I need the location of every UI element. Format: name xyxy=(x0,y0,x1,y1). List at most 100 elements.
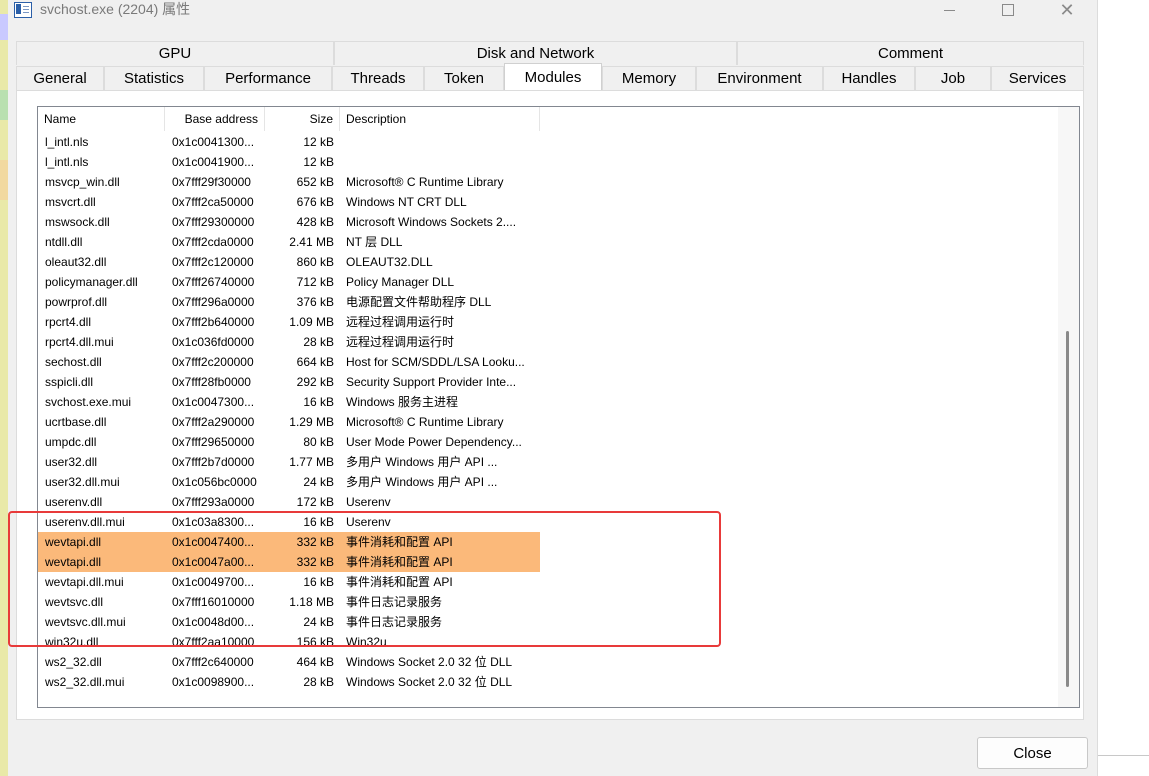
table-row[interactable]: user32.dll.mui 0x1c056bc0000 24 kB 多用户 Wind… xyxy=(38,472,1058,492)
module-name: msvcp_win.dll xyxy=(45,175,120,189)
table-row[interactable]: msvcrt.dll 0x7fff2ca50000 676 kB Windows NT… xyxy=(38,192,1058,212)
base-address: 0x7fff2c640000 xyxy=(172,655,254,669)
vertical-scrollbar[interactable] xyxy=(1058,107,1079,707)
table-row[interactable]: ws2_32.dll.mui 0x1c0098900... 28 kB Windows… xyxy=(38,672,1058,692)
table-row[interactable]: rpcrt4.dll 0x7fff2b640000 1.09 MB 远程过程调用运行时 xyxy=(38,312,1058,332)
module-description: Microsoft Windows Sockets 2.... xyxy=(346,215,517,229)
module-name: ws2_32.dll xyxy=(45,655,102,669)
table-row[interactable]: user32.dll 0x7fff2b7d0000 1.77 MB 多用户 Windo… xyxy=(38,452,1058,472)
table-row[interactable]: msvcp_win.dll 0x7fff29f30000 652 kB Microso… xyxy=(38,172,1058,192)
module-name: policymanager.dll xyxy=(45,275,138,289)
tab-comment[interactable]: Comment xyxy=(737,41,1084,65)
module-description: 远程过程调用运行时 xyxy=(346,315,455,329)
module-size: 464 kB xyxy=(296,655,334,669)
column-header-description[interactable]: Description xyxy=(340,107,540,131)
module-description: User Mode Power Dependency... xyxy=(346,435,522,449)
module-description: 多用户 Windows 用户 API ... xyxy=(346,455,498,469)
table-row[interactable]: powrprof.dll 0x7fff296a0000 376 kB 电源配置文件帮助… xyxy=(38,292,1058,312)
tab-memory[interactable]: Memory xyxy=(602,66,696,90)
tab-environment[interactable]: Environment xyxy=(696,66,823,90)
desktop-right-area xyxy=(1097,0,1149,776)
table-row[interactable]: mswsock.dll 0x7fff29300000 428 kB Microsoft… xyxy=(38,212,1058,232)
module-name: user32.dll.mui xyxy=(45,475,120,489)
tab-performance[interactable]: Performance xyxy=(204,66,332,90)
module-size: 28 kB xyxy=(303,675,334,689)
table-row[interactable]: userenv.dll 0x7fff293a0000 172 kB Userenv xyxy=(38,492,1058,512)
base-address: 0x7fff2cda0000 xyxy=(172,235,254,249)
module-description: Microsoft® C Runtime Library xyxy=(346,415,504,429)
module-name: oleaut32.dll xyxy=(45,255,107,269)
module-size: 860 kB xyxy=(296,255,334,269)
module-size: 376 kB xyxy=(296,295,334,309)
module-size: 2.41 MB xyxy=(289,235,334,249)
module-description: NT 层 DLL xyxy=(346,235,403,249)
module-size: 428 kB xyxy=(296,215,334,229)
module-name: powrprof.dll xyxy=(45,295,108,309)
table-row[interactable]: ws2_32.dll 0x7fff2c640000 464 kB Windows So… xyxy=(38,652,1058,672)
column-header-size[interactable]: Size xyxy=(265,107,340,131)
module-size: 24 kB xyxy=(303,475,334,489)
column-header-name[interactable]: Name xyxy=(38,107,165,131)
window-icon xyxy=(14,2,32,18)
module-size: 16 kB xyxy=(303,395,334,409)
maximize-button[interactable] xyxy=(985,0,1031,20)
module-description: Windows Socket 2.0 32 位 DLL xyxy=(346,675,513,689)
tab-services[interactable]: Services xyxy=(991,66,1084,90)
module-name: ws2_32.dll.mui xyxy=(45,675,125,689)
tab-token[interactable]: Token xyxy=(424,66,504,90)
base-address: 0x7fff293a0000 xyxy=(172,495,255,509)
table-row[interactable]: ucrtbase.dll 0x7fff2a290000 1.29 MB Microso… xyxy=(38,412,1058,432)
maximize-icon xyxy=(1002,4,1014,16)
tab-disk-and-network[interactable]: Disk and Network xyxy=(334,41,737,65)
module-description xyxy=(346,152,536,172)
base-address: 0x7fff2ca50000 xyxy=(172,195,254,209)
table-row[interactable]: svchost.exe.mui 0x1c0047300... 16 kB Window… xyxy=(38,392,1058,412)
properties-window: svchost.exe (2204) 属性 ✕ GPU Disk and Net… xyxy=(8,0,1097,776)
base-address: 0x7fff29300000 xyxy=(172,215,255,229)
module-size: 1.77 MB xyxy=(289,455,334,469)
tab-modules[interactable]: Modules xyxy=(504,63,602,90)
scrollbar-thumb[interactable] xyxy=(1066,331,1069,687)
minimize-button[interactable] xyxy=(926,0,972,20)
module-size: 1.09 MB xyxy=(289,315,334,329)
module-description: Userenv xyxy=(346,495,391,509)
table-row[interactable]: sechost.dll 0x7fff2c200000 664 kB Host for … xyxy=(38,352,1058,372)
module-description: Microsoft® C Runtime Library xyxy=(346,175,504,189)
minimize-icon xyxy=(943,9,955,11)
module-size: 28 kB xyxy=(303,335,334,349)
close-button[interactable]: Close xyxy=(977,737,1088,769)
table-row[interactable]: umpdc.dll 0x7fff29650000 80 kB User Mode Po… xyxy=(38,432,1058,452)
window-title: svchost.exe (2204) 属性 xyxy=(40,1,191,17)
module-description: Windows Socket 2.0 32 位 DLL xyxy=(346,655,513,669)
table-row[interactable]: policymanager.dll 0x7fff26740000 712 kB Pol… xyxy=(38,272,1058,292)
close-window-button[interactable]: ✕ xyxy=(1044,0,1090,21)
base-address: 0x1c0041900... xyxy=(172,155,255,169)
module-name: rpcrt4.dll xyxy=(45,315,92,329)
module-size: 80 kB xyxy=(303,435,334,449)
tab-general[interactable]: General xyxy=(16,66,104,90)
close-icon: ✕ xyxy=(1059,0,1075,21)
tab-job[interactable]: Job xyxy=(915,66,991,90)
module-size: 712 kB xyxy=(296,275,334,289)
column-header-base-address[interactable]: Base address xyxy=(165,107,265,131)
tab-handles[interactable]: Handles xyxy=(823,66,915,90)
module-name: umpdc.dll xyxy=(45,435,97,449)
table-row[interactable]: rpcrt4.dll.mui 0x1c036fd0000 28 kB 远程过程调用运行… xyxy=(38,332,1058,352)
module-name: ntdll.dll xyxy=(45,235,83,249)
table-row[interactable]: sspicli.dll 0x7fff28fb0000 292 kB Security … xyxy=(38,372,1058,392)
tab-gpu[interactable]: GPU xyxy=(16,41,334,65)
module-description: 电源配置文件帮助程序 DLL xyxy=(346,295,492,309)
table-row[interactable]: l_intl.nls 0x1c0041300... 12 kB xyxy=(38,132,1058,152)
module-description: Host for SCM/SDDL/LSA Looku... xyxy=(346,355,525,369)
module-size: 292 kB xyxy=(296,375,334,389)
table-row[interactable]: oleaut32.dll 0x7fff2c120000 860 kB OLEAUT32… xyxy=(38,252,1058,272)
tab-statistics[interactable]: Statistics xyxy=(104,66,204,90)
base-address: 0x1c036fd0000 xyxy=(172,335,255,349)
module-size: 664 kB xyxy=(296,355,334,369)
base-address: 0x1c0041300... xyxy=(172,135,255,149)
table-row[interactable]: ntdll.dll 0x7fff2cda0000 2.41 MB NT 层 DLL xyxy=(38,232,1058,252)
tab-threads[interactable]: Threads xyxy=(332,66,424,90)
module-description: Windows NT CRT DLL xyxy=(346,195,467,209)
title-bar[interactable]: svchost.exe (2204) 属性 ✕ xyxy=(8,0,1097,22)
table-row[interactable]: l_intl.nls 0x1c0041900... 12 kB xyxy=(38,152,1058,172)
